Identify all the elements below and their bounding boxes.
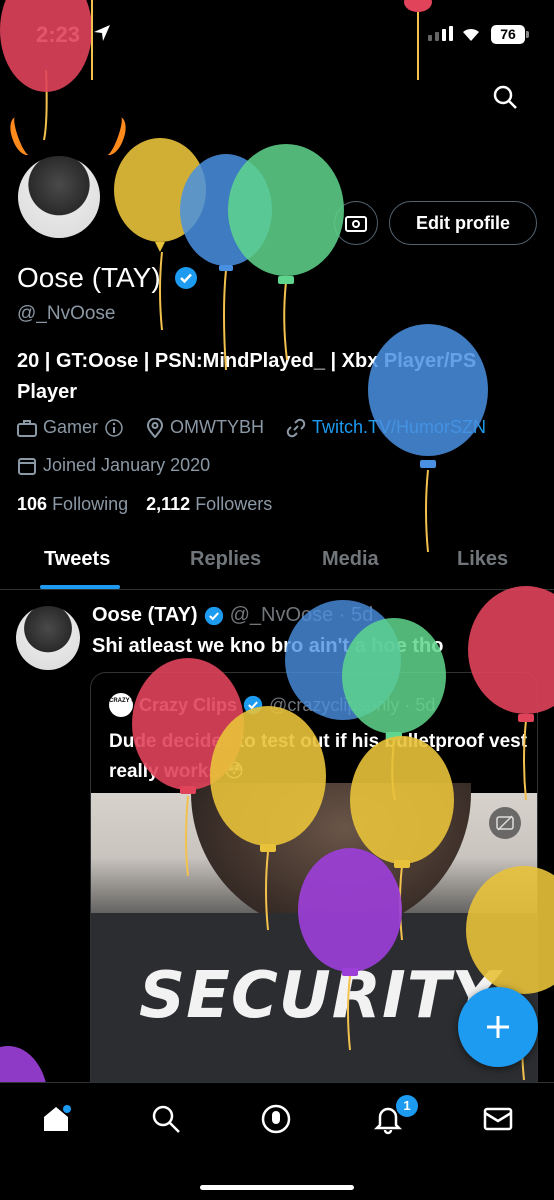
messages-envelope-icon[interactable] (482, 1103, 514, 1135)
battery-indicator: 76 (491, 25, 529, 44)
active-tab-indicator (40, 585, 120, 589)
devil-horn-right (97, 113, 131, 159)
verified-badge-icon (204, 606, 223, 625)
location-item: OMWTYBH (146, 417, 264, 438)
tip-button[interactable] (334, 201, 378, 245)
video-person (191, 783, 471, 933)
verified-badge-icon (175, 267, 197, 289)
tab-media[interactable]: Media (322, 548, 379, 571)
wifi-icon (463, 28, 479, 41)
briefcase-icon (17, 419, 37, 437)
link-icon (286, 418, 306, 437)
category-item: Gamer (17, 417, 124, 438)
vest-text: SECURITY (139, 959, 499, 1033)
followers-link[interactable]: 2,112 Followers (146, 494, 272, 515)
balloon-green (228, 144, 344, 361)
following-link[interactable]: 106 Following (17, 494, 128, 515)
calendar-icon (18, 457, 36, 475)
spaces-icon[interactable] (260, 1103, 292, 1135)
follow-stats: 106 Following 2,112 Followers (17, 494, 272, 515)
notification-count-badge: 1 (396, 1095, 418, 1117)
profile-meta: Gamer OMWTYBH Twitch.TV/HumorSZN (17, 417, 508, 438)
followers-label: Followers (195, 494, 273, 514)
profile-handle: @_NvOose (17, 303, 116, 324)
cellular-signal-icon (428, 26, 453, 41)
bottom-nav: 1 (0, 1082, 554, 1200)
home-indicator[interactable] (200, 1185, 354, 1190)
status-bar: 2:23 76 (0, 0, 554, 70)
location-arrow-icon (94, 25, 110, 41)
profile-tabs: Tweets Replies Media Likes (0, 540, 554, 590)
website-link[interactable]: Twitch.TV/HumorSZN (312, 417, 486, 438)
captions-off-icon[interactable] (489, 807, 521, 839)
compose-tweet-button[interactable] (458, 987, 538, 1067)
quote-text: Dude decides to test out if his bulletpr… (109, 731, 528, 782)
profile-bio: 20 | GT:Oose | PSN:MindPlayed_ | Xbx Pla… (17, 350, 477, 403)
category-label: Gamer (43, 417, 99, 437)
devil-horn-left (5, 113, 39, 159)
location-pin-icon (147, 417, 164, 438)
website-item[interactable]: Twitch.TV/HumorSZN (286, 417, 486, 438)
plus-icon (487, 1016, 509, 1038)
quote-avatar[interactable]: CRAZY CLIPS (109, 693, 149, 717)
tweet-handle: @_NvOose · 5d (229, 604, 374, 626)
quote-author-name: Crazy Clips (139, 694, 238, 715)
followers-count: 2,112 (146, 494, 191, 514)
following-count: 106 (17, 494, 48, 514)
joined-date: Joined January 2020 (17, 455, 210, 476)
tweet-author-name[interactable]: Oose (TAY) (92, 604, 198, 627)
tab-replies[interactable]: Replies (190, 548, 261, 571)
tweet-avatar[interactable] (16, 606, 80, 670)
status-time: 2:23 (36, 22, 81, 47)
edit-profile-button[interactable]: Edit profile (389, 201, 537, 245)
money-icon (345, 216, 367, 232)
quote-video[interactable]: SECURITY (91, 783, 537, 1111)
search-icon[interactable] (150, 1103, 182, 1135)
tweet-header: Oose (TAY) @_NvOose · 5d (92, 604, 373, 627)
search-icon[interactable] (492, 84, 518, 110)
home-icon[interactable] (40, 1103, 72, 1135)
tweet-text: Shi atleast we kno bro ain't a hoe tho (92, 635, 444, 657)
tab-tweets[interactable]: Tweets (44, 548, 110, 571)
quote-header: CRAZY CLIPS Crazy Clips @crazyclipsonly … (109, 693, 435, 717)
joined-label: Joined January 2020 (43, 455, 211, 475)
profile-avatar[interactable] (14, 152, 104, 242)
balloon-blue (180, 154, 272, 371)
display-name: Oose (TAY) (17, 262, 161, 293)
balloon-yellow (114, 138, 206, 331)
location-label: OMWTYBH (170, 417, 265, 437)
verified-badge-icon (243, 695, 263, 715)
info-icon[interactable] (104, 418, 124, 438)
quote-handle: @crazyclipsonly · 5d (269, 694, 436, 715)
tab-likes[interactable]: Likes (457, 548, 508, 571)
following-label: Following (52, 494, 129, 514)
